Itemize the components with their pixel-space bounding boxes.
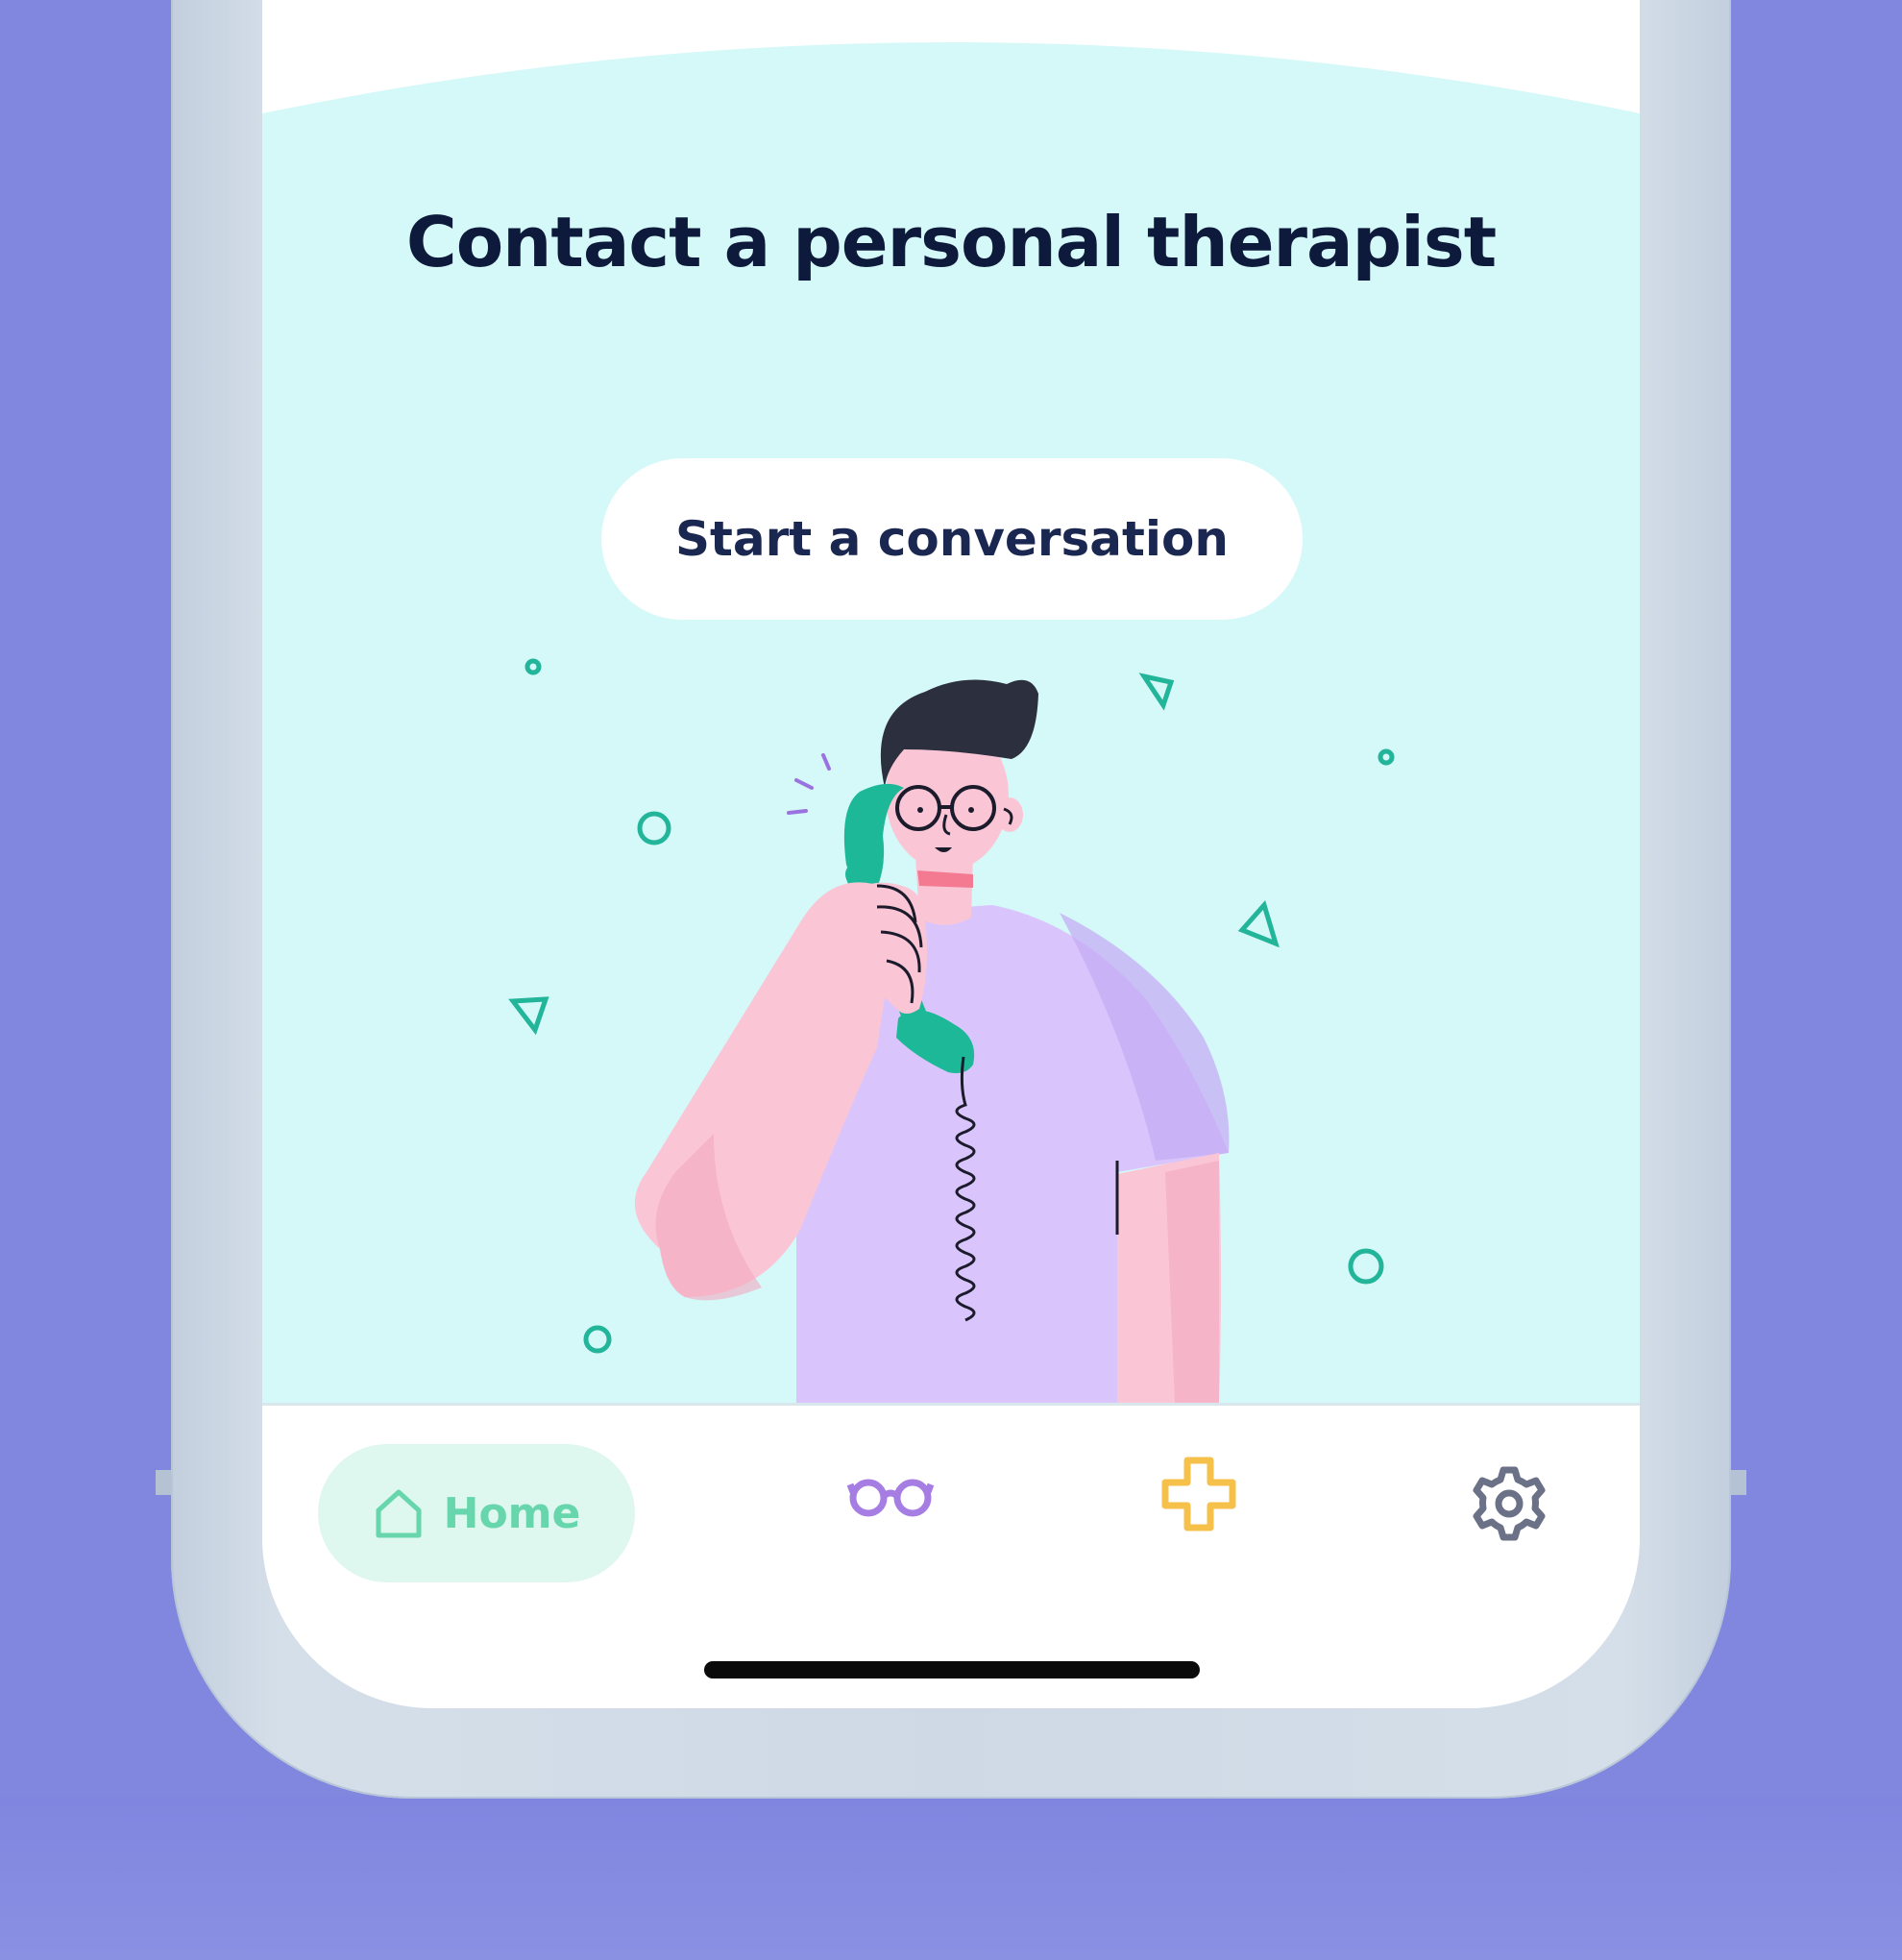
tab-settings[interactable] bbox=[1467, 1461, 1551, 1546]
backdrop-bottom bbox=[0, 1797, 1902, 1960]
gear-icon bbox=[1473, 1466, 1546, 1541]
phone-side-button bbox=[156, 1470, 171, 1495]
tab-add[interactable] bbox=[1160, 1456, 1237, 1532]
glasses-icon bbox=[846, 1479, 935, 1517]
tab-home-label: Home bbox=[443, 1488, 581, 1538]
page-title: Contact a personal therapist bbox=[405, 202, 1497, 282]
plus-icon bbox=[1161, 1457, 1236, 1531]
therapist-call-illustration bbox=[508, 658, 1395, 1403]
house-icon bbox=[376, 1489, 422, 1538]
hero-section: Contact a personal therapist Start a con… bbox=[262, 0, 1640, 1403]
phone-side-button bbox=[1731, 1470, 1746, 1495]
tab-glasses[interactable] bbox=[846, 1473, 935, 1517]
start-conversation-button[interactable]: Start a conversation bbox=[601, 458, 1303, 620]
ringing-marks bbox=[787, 753, 831, 815]
app-screen: Contact a personal therapist Start a con… bbox=[262, 0, 1640, 1708]
hero-top-curve bbox=[262, 0, 1640, 113]
tab-home[interactable]: Home bbox=[318, 1444, 635, 1582]
home-indicator bbox=[704, 1661, 1200, 1678]
bottom-tab-bar: Home bbox=[262, 1403, 1640, 1708]
